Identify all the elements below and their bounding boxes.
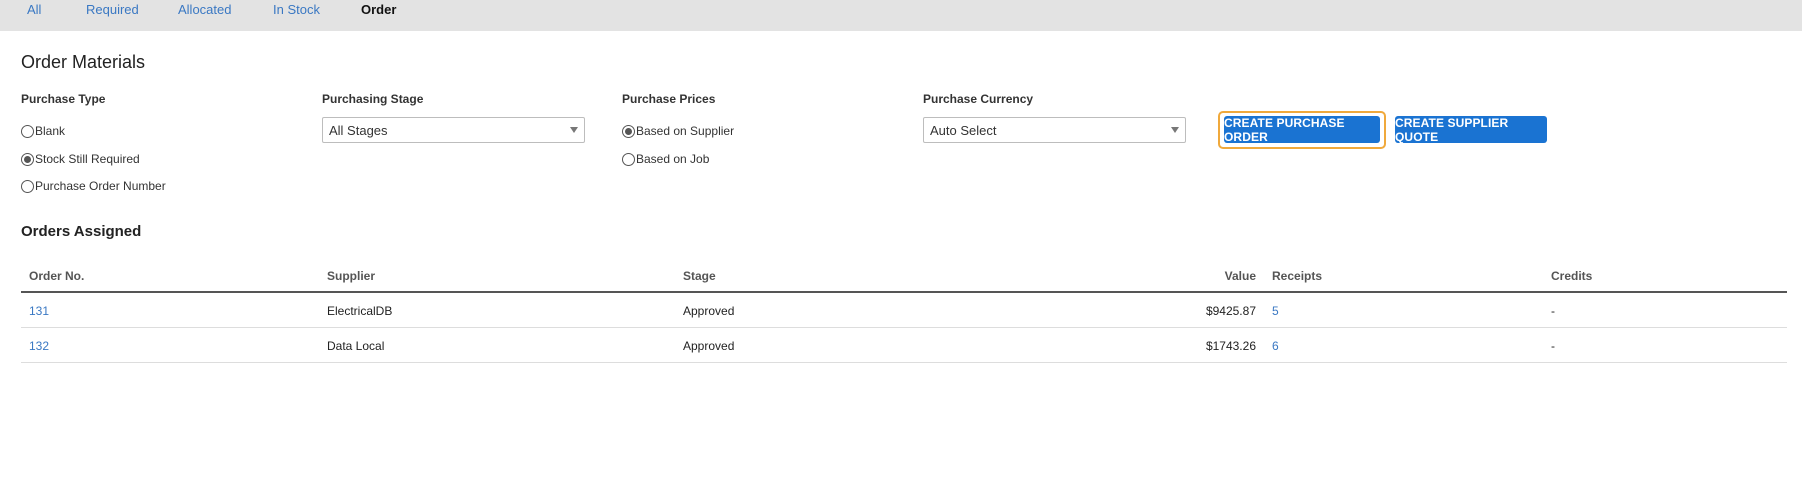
radio-purchase-order-number-icon [21, 179, 34, 193]
purchase-type-label: Purchase Type [21, 92, 106, 106]
purchasing-stage-value: All Stages [329, 122, 388, 138]
credits-cell: - [1551, 304, 1555, 318]
header-order-no[interactable]: Order No. [29, 269, 84, 283]
tab-in-stock[interactable]: In Stock [273, 2, 320, 18]
radio-based-on-job[interactable]: Based on Job [622, 151, 709, 167]
value-cell: $9425.87 [1205, 304, 1256, 318]
value-cell: $1743.26 [1205, 339, 1256, 353]
tab-bar: All Required Allocated In Stock Order [0, 0, 1802, 31]
radio-blank[interactable]: Blank [21, 123, 65, 139]
create-supplier-quote-button[interactable]: CREATE SUPPLIER QUOTE [1395, 116, 1547, 144]
radio-purchase-order-number[interactable]: Purchase Order Number [21, 178, 166, 194]
receipts-link[interactable]: 6 [1272, 339, 1279, 353]
radio-stock-still-required[interactable]: Stock Still Required [21, 151, 140, 167]
chevron-down-icon [570, 127, 578, 133]
stage-cell: Approved [683, 339, 735, 353]
order-no-link[interactable]: 131 [29, 304, 49, 318]
purchase-currency-value: Auto Select [930, 122, 997, 138]
radio-selected-icon [21, 152, 34, 166]
radio-stock-still-required-label: Stock Still Required [35, 152, 140, 166]
order-no-link[interactable]: 132 [29, 339, 49, 353]
supplier-cell: ElectricalDB [327, 304, 393, 318]
purchasing-stage-label: Purchasing Stage [322, 92, 424, 106]
table-header: Order No. Supplier Stage Value Receipts … [21, 261, 1787, 293]
tab-all[interactable]: All [27, 2, 41, 18]
table-row: 132 Data Local Approved $1743.26 6 - [21, 328, 1787, 363]
header-credits[interactable]: Credits [1551, 269, 1592, 283]
purchasing-stage-select[interactable]: All Stages [322, 117, 585, 143]
header-receipts[interactable]: Receipts [1272, 269, 1322, 283]
purchase-currency-label: Purchase Currency [923, 92, 1034, 106]
radio-based-on-job-label: Based on Job [636, 152, 710, 166]
radio-purchase-order-number-label: Purchase Order Number [35, 179, 166, 193]
header-stage[interactable]: Stage [683, 269, 716, 283]
supplier-cell: Data Local [327, 339, 385, 353]
create-purchase-order-button[interactable]: CREATE PURCHASE ORDER [1224, 116, 1380, 144]
orders-assigned-title: Orders Assigned [21, 223, 142, 240]
orders-table: Order No. Supplier Stage Value Receipts … [21, 261, 1787, 363]
radio-based-on-job-icon [622, 152, 635, 166]
radio-based-on-supplier-label: Based on Supplier [636, 124, 735, 138]
radio-blank-label: Blank [35, 124, 66, 138]
header-supplier[interactable]: Supplier [327, 269, 375, 283]
page-title: Order Materials [21, 52, 146, 72]
purchase-currency-select[interactable]: Auto Select [923, 117, 1186, 143]
radio-blank-icon [21, 124, 34, 138]
radio-selected-icon [622, 124, 635, 138]
tab-allocated[interactable]: Allocated [178, 2, 231, 18]
purchase-prices-label: Purchase Prices [622, 92, 716, 106]
tab-required[interactable]: Required [86, 2, 139, 18]
tab-order[interactable]: Order [361, 2, 396, 18]
radio-based-on-supplier[interactable]: Based on Supplier [622, 123, 734, 139]
table-row: 131 ElectricalDB Approved $9425.87 5 - [21, 293, 1787, 328]
header-value[interactable]: Value [1121, 269, 1256, 283]
credits-cell: - [1551, 339, 1555, 353]
stage-cell: Approved [683, 304, 735, 318]
receipts-link[interactable]: 5 [1272, 304, 1279, 318]
chevron-down-icon [1171, 127, 1179, 133]
